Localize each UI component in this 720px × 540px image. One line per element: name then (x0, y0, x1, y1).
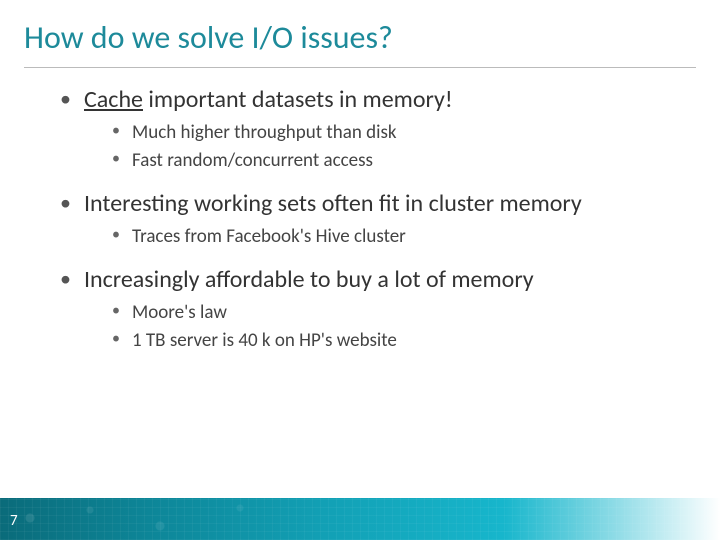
bullet-text: Interesting working sets often fit in cl… (84, 189, 582, 218)
bullet-text: important datasets in memory! (143, 85, 453, 114)
slide: How do we solve I/O issues? Cache import… (0, 0, 720, 540)
bullet-item: Interesting working sets often fit in cl… (60, 188, 680, 250)
footer-decoration: 7 (0, 498, 720, 540)
sub-bullet-item: 1 TB server is 40 k on HP's website (112, 328, 680, 354)
sub-bullet-item: Traces from Facebook's Hive cluster (112, 224, 680, 250)
sub-bullet-list: Traces from Facebook's Hive cluster (112, 224, 680, 250)
bullet-item: Increasingly affordable to buy a lot of … (60, 264, 680, 354)
title-divider (24, 67, 696, 68)
sub-bullet-item: Much higher throughput than disk (112, 120, 680, 146)
bullet-text: Increasingly affordable to buy a lot of … (84, 265, 534, 294)
bullet-text-underlined: Cache (84, 85, 143, 114)
sub-bullet-item: Moore's law (112, 300, 680, 326)
page-number: 7 (10, 512, 18, 530)
sub-bullet-item: Fast random/concurrent access (112, 148, 680, 174)
bullet-list: Cache important datasets in memory! Much… (60, 84, 680, 353)
sub-bullet-list: Moore's law 1 TB server is 40 k on HP's … (112, 300, 680, 353)
bullet-item: Cache important datasets in memory! Much… (60, 84, 680, 174)
slide-content: Cache important datasets in memory! Much… (0, 84, 720, 353)
sub-bullet-list: Much higher throughput than disk Fast ra… (112, 120, 680, 173)
slide-title: How do we solve I/O issues? (0, 0, 720, 67)
